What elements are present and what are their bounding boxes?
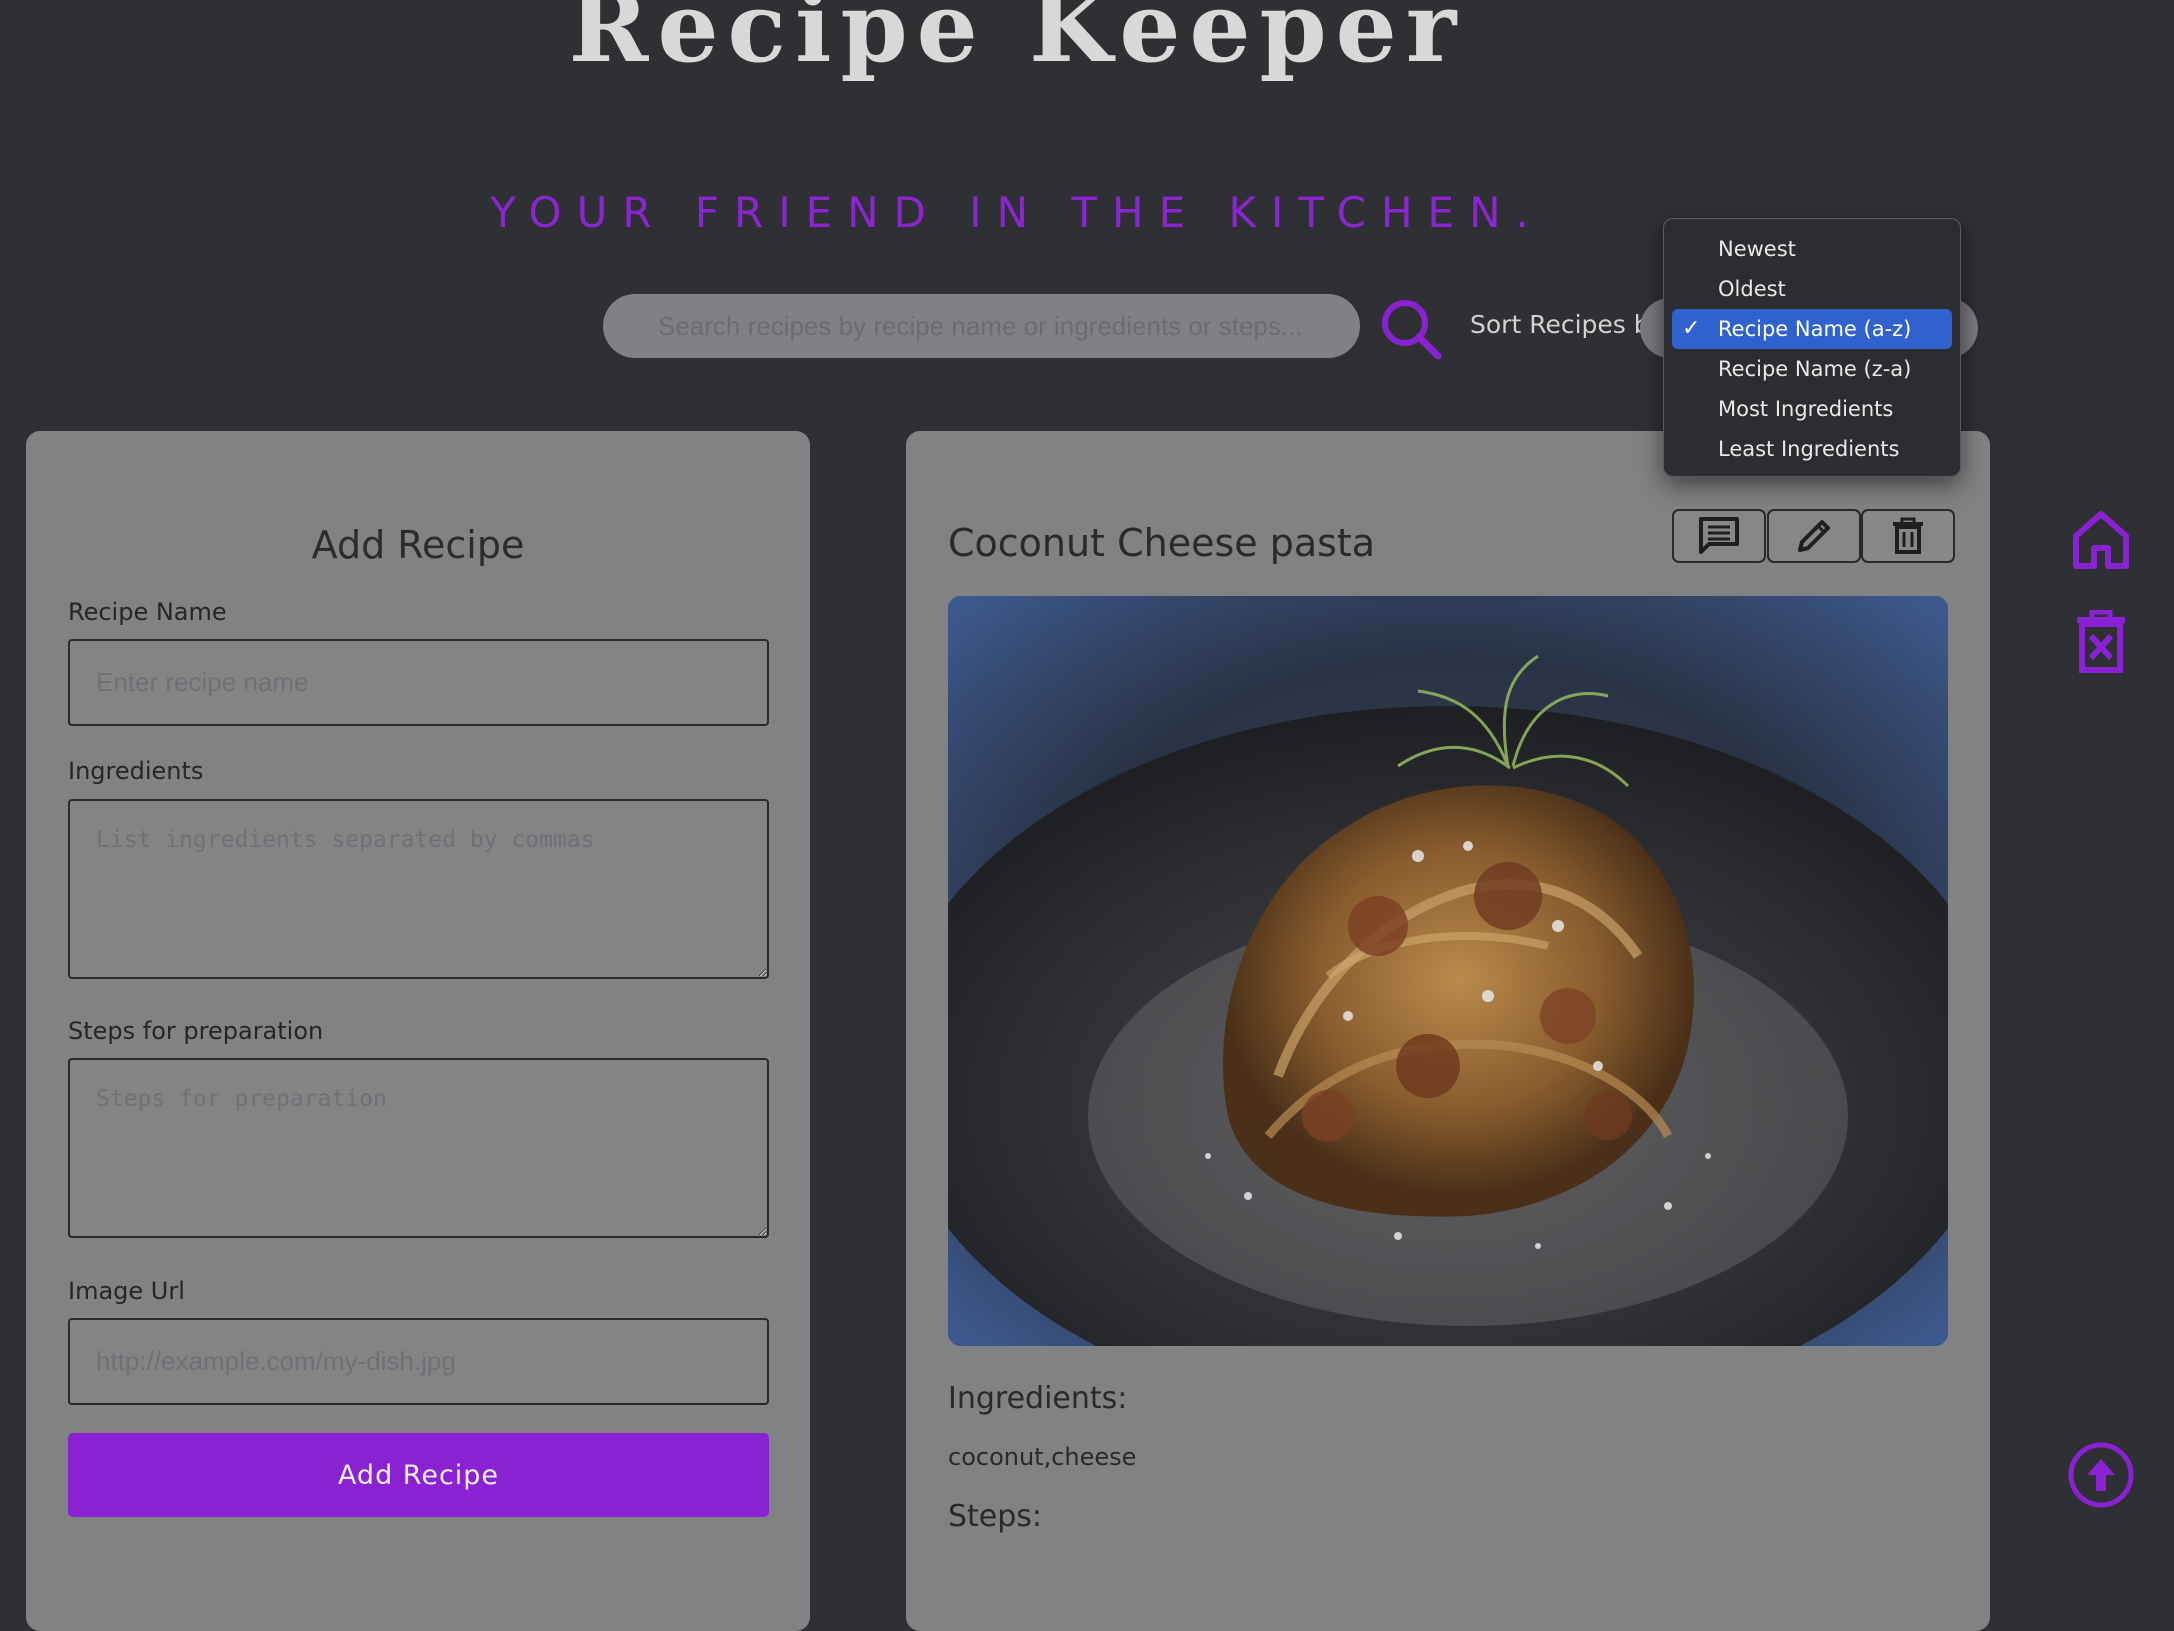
sort-dropdown-menu: Newest Oldest ✓ Recipe Name (a-z) Recipe…	[1663, 218, 1961, 477]
steps-heading: Steps:	[948, 1499, 1043, 1534]
search-input[interactable]	[603, 294, 1360, 358]
image-url-input[interactable]	[68, 1318, 769, 1405]
recipe-card: Coconut Cheese pasta Ingredients: coconu…	[906, 431, 1990, 1631]
sort-option-label: Most Ingredients	[1718, 397, 1894, 421]
sort-option-name-a-z[interactable]: ✓ Recipe Name (a-z)	[1672, 309, 1952, 349]
steps-label: Steps for preparation	[68, 1017, 324, 1045]
ingredients-value: coconut,cheese	[948, 1443, 1137, 1471]
sort-option-name-z-a[interactable]: Recipe Name (z-a)	[1672, 349, 1952, 389]
sort-option-label: Recipe Name (a-z)	[1718, 317, 1912, 341]
sort-option-label: Oldest	[1718, 277, 1786, 301]
sort-option-label: Least Ingredients	[1718, 437, 1900, 461]
sort-option-least-ingredients[interactable]: Least Ingredients	[1672, 429, 1952, 469]
app-title: Recipe Keeper	[568, 0, 1466, 84]
steps-field[interactable]	[68, 1058, 769, 1238]
sort-label: Sort Recipes by	[1470, 310, 1665, 339]
sort-option-label: Newest	[1718, 237, 1796, 261]
delete-button[interactable]	[1861, 509, 1955, 563]
add-recipe-panel: Add Recipe Recipe Name Ingredients Steps…	[26, 431, 810, 1631]
sort-option-most-ingredients[interactable]: Most Ingredients	[1672, 389, 1952, 429]
comment-icon	[1699, 517, 1739, 554]
edit-button[interactable]	[1767, 509, 1861, 563]
home-icon[interactable]	[2070, 508, 2132, 572]
arrow-up-circle-icon[interactable]	[2067, 1441, 2135, 1509]
sort-option-label: Recipe Name (z-a)	[1718, 357, 1912, 381]
pasta-photo	[948, 596, 1948, 1346]
add-recipe-heading: Add Recipe	[311, 523, 525, 567]
ingredients-label: Ingredients	[68, 757, 204, 785]
checkmark-icon: ✓	[1682, 316, 1701, 341]
trash-icon	[1893, 517, 1923, 554]
image-url-label: Image Url	[68, 1277, 185, 1305]
pencil-icon	[1798, 520, 1830, 552]
ingredients-field[interactable]	[68, 799, 769, 979]
comment-button[interactable]	[1672, 509, 1766, 563]
search-icon[interactable]	[1378, 296, 1446, 364]
recipe-title: Coconut Cheese pasta	[948, 521, 1376, 565]
sort-option-oldest[interactable]: Oldest	[1672, 269, 1952, 309]
sort-option-newest[interactable]: Newest	[1672, 229, 1952, 269]
recipe-image	[948, 596, 1948, 1346]
recipe-name-input[interactable]	[68, 639, 769, 726]
add-recipe-button[interactable]: Add Recipe	[68, 1433, 769, 1517]
ingredients-heading: Ingredients:	[948, 1381, 1128, 1416]
recipe-name-label: Recipe Name	[68, 598, 227, 626]
trash-x-icon[interactable]	[2074, 610, 2128, 674]
